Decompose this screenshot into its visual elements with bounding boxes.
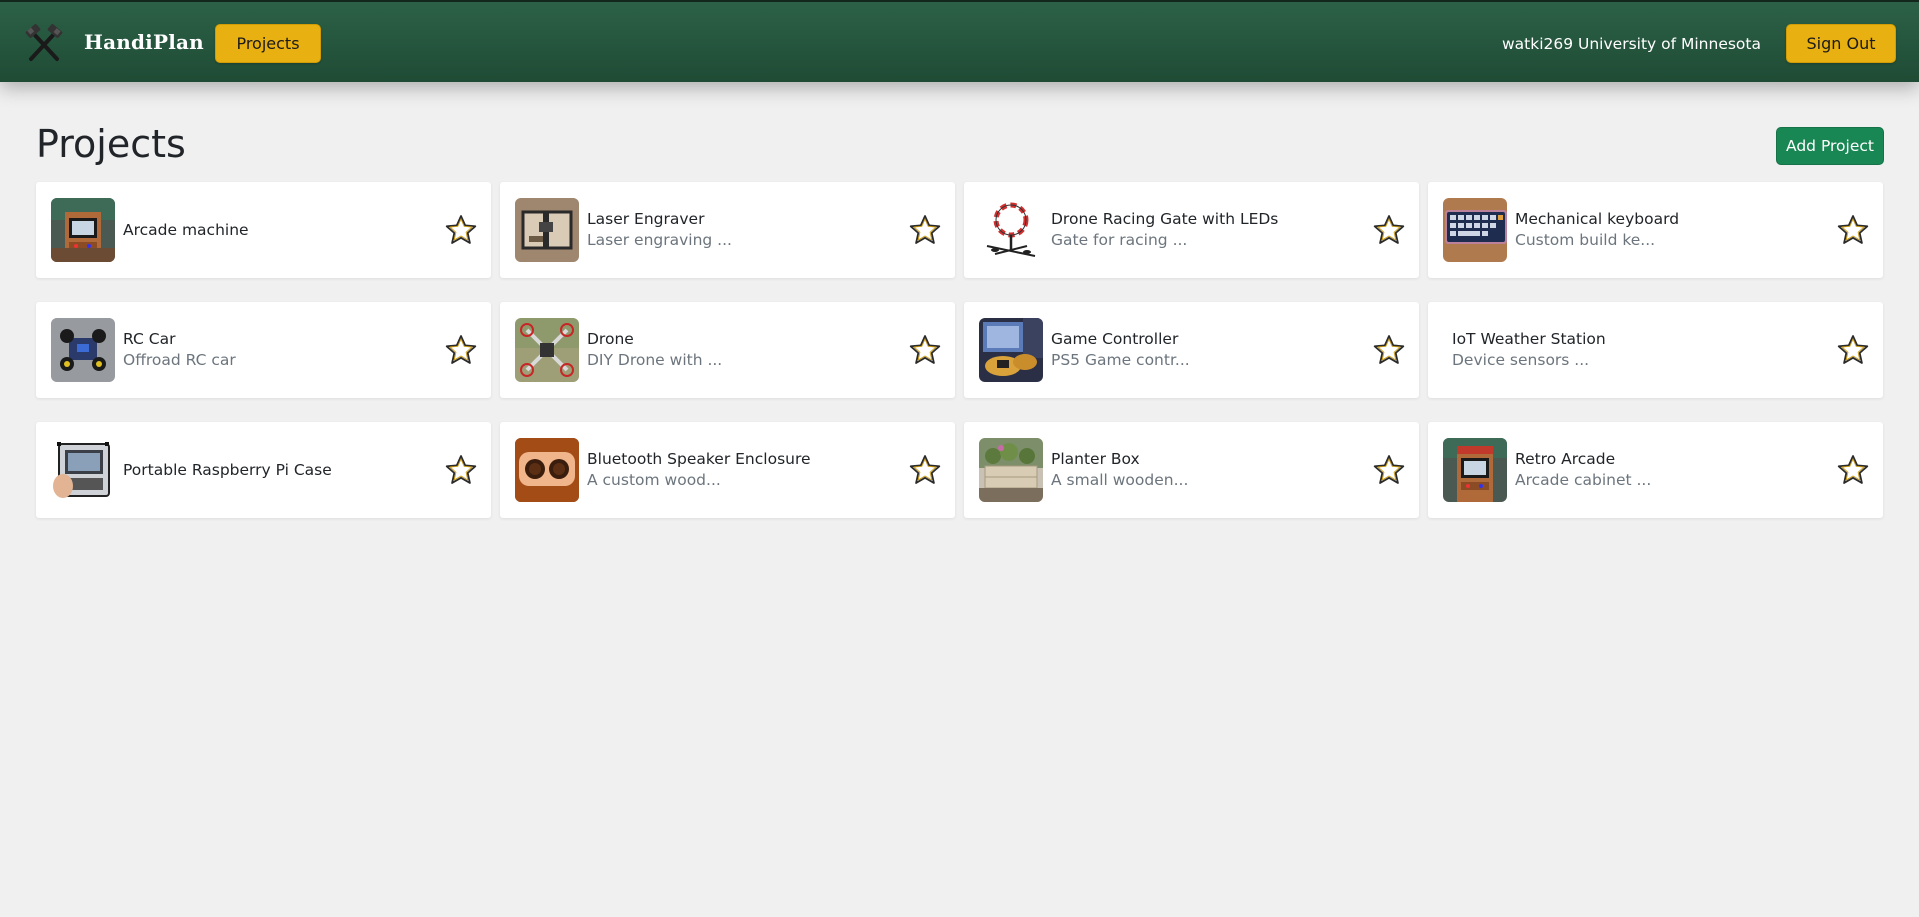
- project-title: Bluetooth Speaker Enclosure: [587, 450, 811, 468]
- card-text: Planter Box A small wooden...: [1051, 422, 1341, 518]
- card-text: Mechanical keyboard Custom build ke...: [1515, 182, 1805, 278]
- star-outline-icon[interactable]: [1373, 454, 1405, 486]
- project-title: IoT Weather Station: [1452, 330, 1606, 348]
- rc-car-thumbnail: [51, 318, 115, 382]
- project-card[interactable]: Planter Box A small wooden...: [964, 422, 1419, 518]
- card-text: Arcade machine: [123, 182, 413, 278]
- project-card[interactable]: Mechanical keyboard Custom build ke...: [1428, 182, 1883, 278]
- game-controller-thumbnail: [979, 318, 1043, 382]
- star-outline-icon[interactable]: [1837, 334, 1869, 366]
- star-outline-icon[interactable]: [445, 214, 477, 246]
- project-card[interactable]: Retro Arcade Arcade cabinet ...: [1428, 422, 1883, 518]
- project-card[interactable]: Bluetooth Speaker Enclosure A custom woo…: [500, 422, 955, 518]
- project-title: RC Car: [123, 330, 176, 348]
- card-text: Bluetooth Speaker Enclosure A custom woo…: [587, 422, 877, 518]
- top-navbar: HandiPlan Projects watki269 University o…: [0, 0, 1919, 82]
- project-title: Arcade machine: [123, 220, 249, 239]
- planter-box-thumbnail: [979, 438, 1043, 502]
- project-title: Retro Arcade: [1515, 450, 1616, 468]
- star-outline-icon[interactable]: [909, 214, 941, 246]
- card-text: Drone DIY Drone with ...: [587, 302, 877, 398]
- project-title: Portable Raspberry Pi Case: [123, 460, 332, 479]
- page-title: Projects: [36, 122, 186, 166]
- brand-name[interactable]: HandiPlan: [84, 30, 204, 54]
- project-description: Laser engraving ...: [587, 231, 732, 249]
- star-outline-icon[interactable]: [1837, 214, 1869, 246]
- add-project-button[interactable]: Add Project: [1776, 127, 1884, 165]
- project-card[interactable]: Drone Racing Gate with LEDs Gate for rac…: [964, 182, 1419, 278]
- project-description: A small wooden...: [1051, 471, 1189, 489]
- project-description: PS5 Game contr...: [1051, 351, 1190, 369]
- star-outline-icon[interactable]: [909, 334, 941, 366]
- retro-arcade-thumbnail: [1443, 438, 1507, 502]
- card-text: Laser Engraver Laser engraving ...: [587, 182, 877, 278]
- project-card[interactable]: Laser Engraver Laser engraving ...: [500, 182, 955, 278]
- project-card[interactable]: Arcade machine: [36, 182, 491, 278]
- project-title: Drone: [587, 330, 634, 348]
- card-text: IoT Weather Station Device sensors ...: [1452, 302, 1742, 398]
- project-card[interactable]: RC Car Offroad RC car: [36, 302, 491, 398]
- project-description: Gate for racing ...: [1051, 231, 1188, 249]
- star-outline-icon[interactable]: [445, 334, 477, 366]
- project-grid: Arcade machine Laser Engraver Laser engr…: [36, 182, 1884, 518]
- star-outline-icon[interactable]: [909, 454, 941, 486]
- speaker-enclosure-thumbnail: [515, 438, 579, 502]
- user-info: watki269 University of Minnesota: [1501, 35, 1761, 53]
- project-card[interactable]: Drone DIY Drone with ...: [500, 302, 955, 398]
- card-text: Retro Arcade Arcade cabinet ...: [1515, 422, 1805, 518]
- card-text: Drone Racing Gate with LEDs Gate for rac…: [1051, 182, 1341, 278]
- project-description: Offroad RC car: [123, 351, 236, 369]
- star-outline-icon[interactable]: [1373, 334, 1405, 366]
- project-title: Mechanical keyboard: [1515, 210, 1680, 228]
- card-text: RC Car Offroad RC car: [123, 302, 413, 398]
- project-card[interactable]: Portable Raspberry Pi Case: [36, 422, 491, 518]
- nav-projects-button[interactable]: Projects: [215, 24, 321, 63]
- project-description: Custom build ke...: [1515, 231, 1656, 249]
- keyboard-thumbnail: [1443, 198, 1507, 262]
- star-outline-icon[interactable]: [1373, 214, 1405, 246]
- card-text: Game Controller PS5 Game contr...: [1051, 302, 1341, 398]
- drone-gate-thumbnail: [979, 198, 1043, 262]
- crossed-hammers-icon[interactable]: [24, 24, 64, 64]
- card-text: Portable Raspberry Pi Case: [123, 422, 413, 518]
- sign-out-button[interactable]: Sign Out: [1786, 24, 1896, 63]
- project-title: Laser Engraver: [587, 210, 705, 228]
- laser-engraver-thumbnail: [515, 198, 579, 262]
- project-description: Arcade cabinet ...: [1515, 471, 1652, 489]
- arcade-machine-thumbnail: [51, 198, 115, 262]
- raspberry-pi-case-thumbnail: [51, 438, 115, 502]
- project-card[interactable]: Game Controller PS5 Game contr...: [964, 302, 1419, 398]
- project-description: DIY Drone with ...: [587, 351, 723, 369]
- project-title: Drone Racing Gate with LEDs: [1051, 210, 1279, 228]
- star-outline-icon[interactable]: [445, 454, 477, 486]
- project-title: Game Controller: [1051, 330, 1179, 348]
- project-description: Device sensors ...: [1452, 351, 1590, 369]
- project-title: Planter Box: [1051, 450, 1140, 468]
- drone-thumbnail: [515, 318, 579, 382]
- project-description: A custom wood...: [587, 471, 721, 489]
- project-card[interactable]: IoT Weather Station Device sensors ...: [1428, 302, 1883, 398]
- star-outline-icon[interactable]: [1837, 454, 1869, 486]
